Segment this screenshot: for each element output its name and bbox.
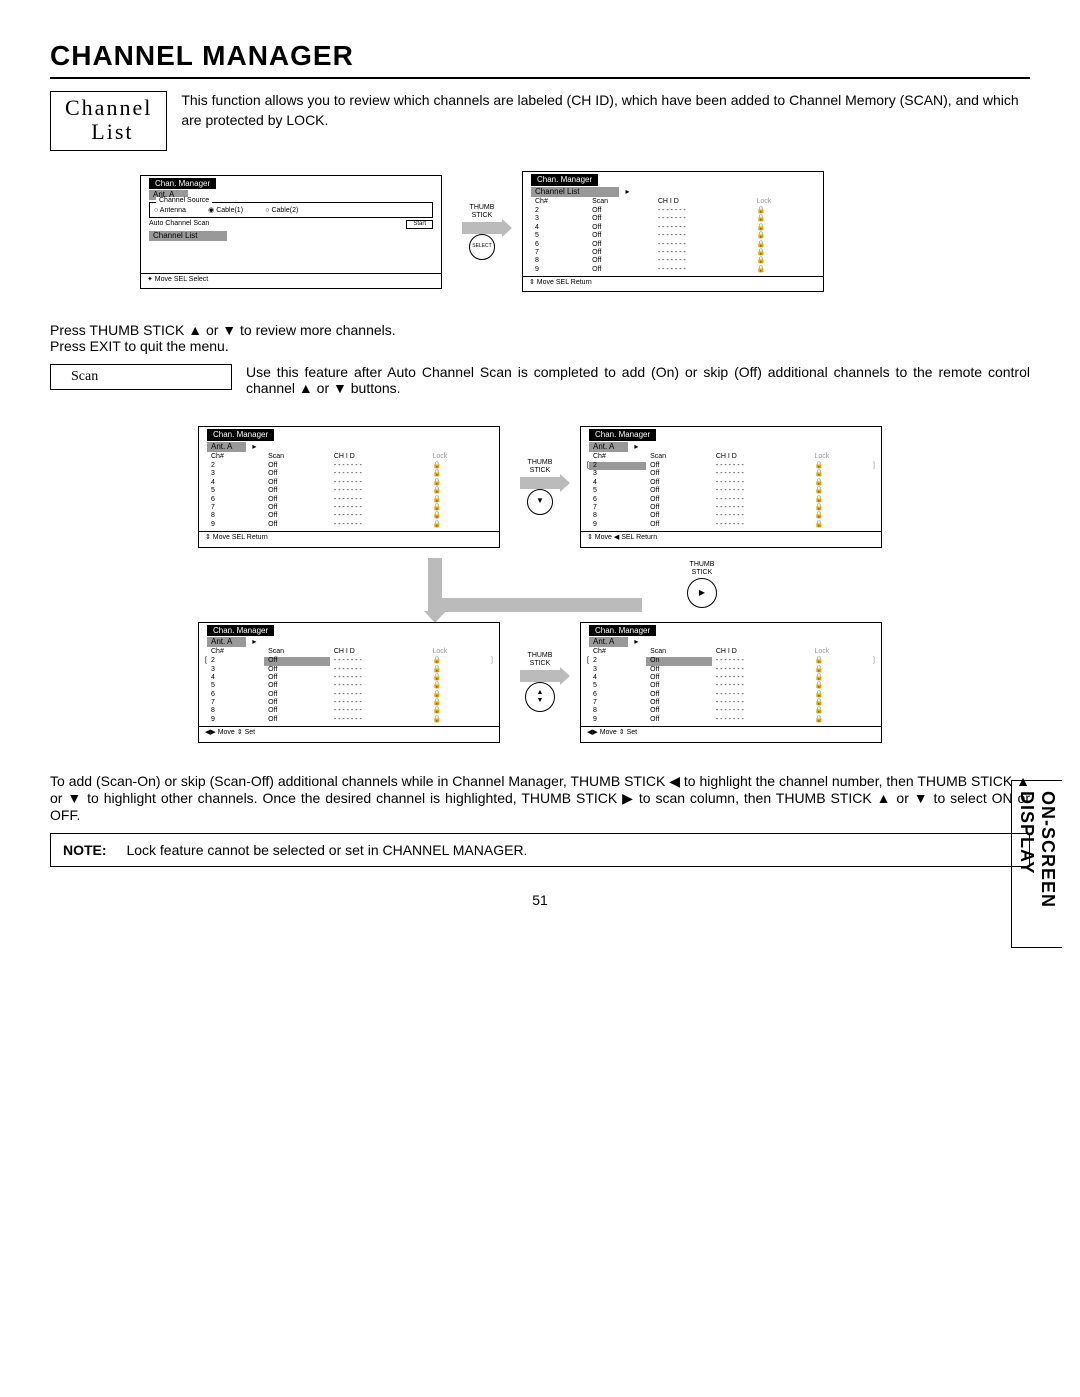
page-title: CHANNEL MANAGER [50, 40, 1030, 72]
osd-footer: ◀▶ Move ⇕ Set [199, 726, 499, 737]
osd-scan-step4: Chan. Manager Ant. A Ch#ScanCH I DLock 2… [580, 622, 882, 743]
osd-header: Chan. Manager [207, 429, 274, 441]
osd-footer: ⇕ Move ◀ SEL Return [581, 531, 881, 542]
flow-arrow-icon [520, 670, 560, 682]
flow-arrow-icon [462, 222, 502, 234]
osd-footer: ⇕ Move SEL Return [199, 531, 499, 542]
channel-table: Ch#ScanCH I DLock 2Off- - - - - - -🔒 3Of… [207, 452, 491, 530]
thumb-down-icon: ▼ [527, 489, 553, 515]
osd-header: Chan. Manager [149, 178, 216, 190]
thumb-stick-label: THUMB STICK [690, 561, 715, 576]
osd-ant-sub: Ant. A [589, 442, 628, 452]
osd-menu-chan-manager: Chan. Manager Ant. A Channel Source Ante… [140, 175, 442, 290]
thumb-stick-label: THUMB STICK [528, 459, 553, 474]
channel-table: Ch#ScanCH I DLock 2Off- - - - - - -🔒 3Of… [589, 452, 873, 530]
osd-scan-step1: Chan. Manager Ant. A Ch#ScanCH I DLock 2… [198, 426, 500, 547]
osd-ant-sub: Ant. A [589, 637, 628, 647]
osd-header: Chan. Manager [589, 625, 656, 637]
osd-header: Chan. Manager [531, 174, 598, 186]
osd-footer: ◀▶ Move ⇕ Set [581, 726, 881, 737]
note-text: Lock feature cannot be selected or set i… [126, 842, 527, 858]
osd-scan-step3: Chan. Manager Ant. A Ch#ScanCH I DLock 2… [198, 622, 500, 743]
osd-scan-step2: Chan. Manager Ant. A Ch#ScanCH I DLock 2… [580, 426, 882, 547]
group-channel-source: Channel Source [156, 197, 212, 205]
flow-connector [428, 558, 642, 612]
row-auto-scan: Auto Channel Scan [149, 220, 209, 229]
select-button-icon: SELECT [469, 234, 495, 260]
osd-channel-list-1: Chan. Manager Channel List Ch#ScanCH I D… [522, 171, 824, 292]
scan-box: Scan [50, 364, 232, 390]
radio-cable1: Cable(1) [208, 207, 243, 215]
divider [50, 77, 1030, 79]
start-button: Start [406, 220, 433, 229]
select-label: SELECT [472, 244, 491, 250]
channel-table: Ch#ScanCH I DLock 2Off- - - - - - -🔒 3Of… [531, 197, 815, 275]
channel-table: Ch#ScanCH I DLock 2Off- - - - - - -🔒 3Of… [207, 647, 491, 725]
radio-antenna: Antenna [154, 207, 186, 215]
osd-ant-sub: Ant. A [207, 442, 246, 452]
scan-instructions: To add (Scan-On) or skip (Scan-Off) addi… [50, 773, 1030, 823]
thumb-updown-icon: ▲▼ [525, 682, 555, 712]
osd-sub-channel-list: Channel List [531, 187, 619, 197]
side-tab-on-screen-display: ON-SCREEN DISPLAY [1011, 780, 1062, 948]
page-number: 51 [50, 892, 1030, 908]
scan-description: Use this feature after Auto Channel Scan… [246, 364, 1030, 396]
osd-footer: ✦ Move SEL Select [141, 273, 441, 284]
channel-table: Ch#ScanCH I DLock 2On- - - - - - -🔒 3Off… [589, 647, 873, 725]
row-channel-list: Channel List [149, 231, 227, 241]
osd-ant-sub: Ant. A [207, 637, 246, 647]
channel-list-box: Channel List [50, 91, 167, 151]
osd-header: Chan. Manager [207, 625, 274, 637]
thumb-right-icon: ▶ [687, 578, 717, 608]
note-box: NOTE: Lock feature cannot be selected or… [50, 833, 1030, 867]
review-instructions: Press THUMB STICK ▲ or ▼ to review more … [50, 322, 1030, 354]
radio-cable2: Cable(2) [265, 207, 298, 215]
note-label: NOTE: [63, 842, 107, 858]
osd-header: Chan. Manager [589, 429, 656, 441]
osd-footer: ⇕ Move SEL Return [523, 276, 823, 287]
channel-list-intro: This function allows you to review which… [181, 91, 1030, 130]
thumb-stick-label: THUMB STICK [470, 204, 495, 219]
thumb-stick-label: THUMB STICK [528, 652, 553, 667]
flow-arrow-icon [520, 477, 560, 489]
